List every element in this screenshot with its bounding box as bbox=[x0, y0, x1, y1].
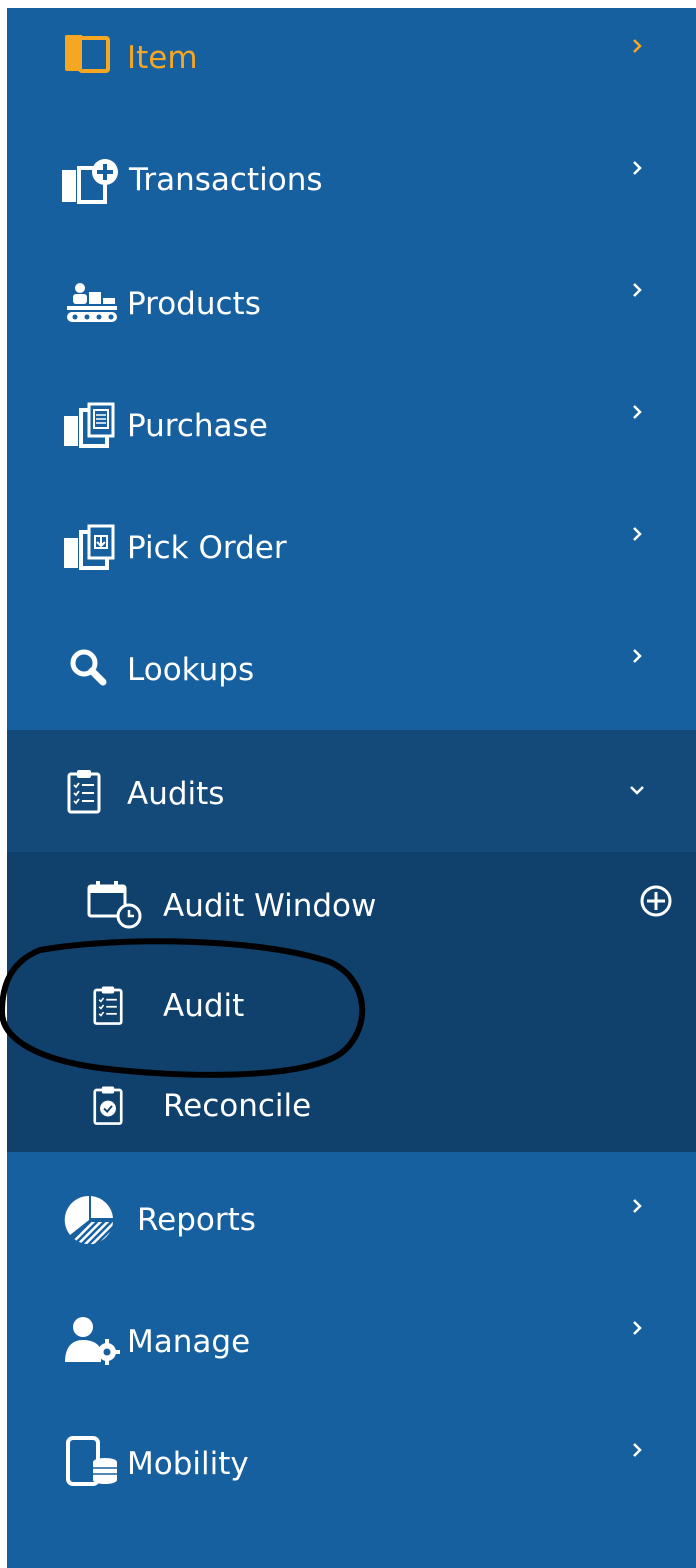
purchase-icon bbox=[64, 402, 115, 448]
menu-item-label: Products bbox=[127, 286, 261, 322]
menu-item-pick-order[interactable]: Pick Order bbox=[7, 496, 696, 596]
submenu-item-audit[interactable]: Audit bbox=[7, 958, 696, 1054]
chevron-right-icon bbox=[629, 648, 645, 664]
menu-item-products[interactable]: Products bbox=[7, 252, 696, 352]
clipboard-checklist-icon bbox=[67, 770, 101, 814]
chevron-right-icon bbox=[629, 160, 645, 176]
chevron-right-icon bbox=[629, 1320, 645, 1336]
chevron-right-icon bbox=[629, 282, 645, 298]
menu-item-reports[interactable]: Reports bbox=[7, 1168, 696, 1268]
menu-item-lookups[interactable]: Lookups bbox=[7, 618, 696, 718]
menu-item-manage[interactable]: Manage bbox=[7, 1290, 696, 1390]
chevron-right-icon bbox=[629, 1198, 645, 1214]
menu-item-audits[interactable]: Audits bbox=[7, 730, 696, 852]
menu-item-label: Mobility bbox=[127, 1446, 249, 1482]
chevron-down-icon bbox=[629, 782, 645, 798]
submenu-item-reconcile[interactable]: Reconcile bbox=[7, 1058, 696, 1154]
menu-item-purchase[interactable]: Purchase bbox=[7, 374, 696, 474]
submenu-item-label: Audit bbox=[163, 988, 245, 1024]
mobile-database-icon bbox=[66, 1436, 117, 1486]
chevron-right-icon bbox=[629, 404, 645, 420]
clipboard-checklist-icon bbox=[93, 986, 123, 1025]
menu-item-label: Manage bbox=[127, 1324, 251, 1360]
pick-order-icon bbox=[64, 524, 115, 570]
menu-item-label: Pick Order bbox=[127, 530, 287, 566]
user-gear-icon bbox=[65, 1317, 120, 1365]
sidebar-nav: Item Transactions Products Purchase Pick… bbox=[7, 8, 696, 1568]
pie-chart-icon bbox=[64, 1195, 113, 1245]
clipboard-check-icon bbox=[93, 1086, 123, 1125]
submenu-item-label: Audit Window bbox=[163, 888, 377, 924]
chevron-right-icon bbox=[629, 38, 645, 54]
menu-item-label: Transactions bbox=[129, 162, 323, 198]
menu-item-label: Reports bbox=[137, 1202, 256, 1238]
chevron-right-icon bbox=[629, 1442, 645, 1458]
menu-item-label: Purchase bbox=[127, 408, 268, 444]
submenu-item-label: Reconcile bbox=[163, 1088, 312, 1124]
folder-icon bbox=[65, 35, 110, 73]
submenu-item-audit-window[interactable]: Audit Window bbox=[7, 858, 696, 954]
menu-item-transactions[interactable]: Transactions bbox=[7, 130, 696, 230]
menu-item-mobility[interactable]: Mobility bbox=[7, 1412, 696, 1512]
products-icon bbox=[67, 283, 117, 322]
menu-item-label: Item bbox=[127, 40, 198, 76]
search-icon bbox=[70, 649, 107, 686]
calendar-clock-icon bbox=[87, 881, 142, 929]
add-circle-icon[interactable] bbox=[639, 884, 673, 918]
menu-item-item[interactable]: Item bbox=[7, 8, 696, 108]
menu-item-label: Audits bbox=[127, 776, 225, 812]
chevron-right-icon bbox=[629, 526, 645, 542]
menu-item-label: Lookups bbox=[127, 652, 255, 688]
transactions-icon bbox=[62, 159, 118, 204]
